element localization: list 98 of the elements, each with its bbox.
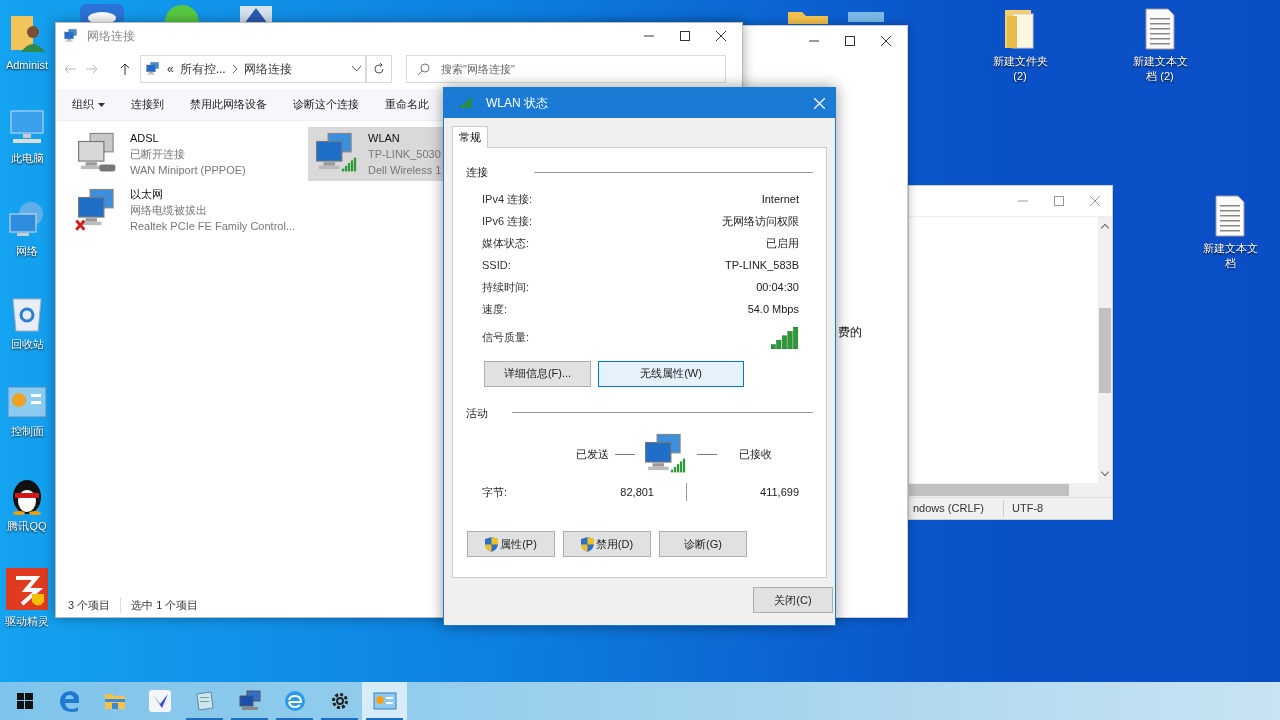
breadcrumb-item[interactable]: 所有控... — [179, 60, 226, 78]
section-heading: 活动 — [466, 405, 489, 421]
toolbar-button[interactable]: 组织 — [72, 96, 105, 113]
received-label: 已接收 — [739, 446, 772, 462]
shield-icon — [485, 536, 499, 552]
signal-quality-icon — [771, 326, 799, 349]
shield-icon — [580, 536, 594, 552]
dialog-button[interactable]: 属性(P) — [467, 531, 555, 557]
info-label: 媒体状态: — [482, 236, 530, 252]
search-field[interactable]: 搜索"网络连接" — [406, 55, 726, 83]
text-document-icon — [1214, 195, 1246, 237]
dialog-button[interactable]: 详细信息(F)... — [484, 360, 591, 387]
item-count: 3 个项目 — [68, 596, 122, 614]
connection-status: TP-LINK_5030 — [368, 147, 442, 162]
dropdown-caret-icon[interactable] — [352, 66, 361, 72]
edge-browser-icon — [58, 690, 81, 712]
caret-down-icon — [98, 102, 105, 107]
dialog-button[interactable]: 禁用(D) — [563, 531, 651, 557]
scroll-thumb[interactable] — [1099, 307, 1111, 393]
info-label: 速度: — [482, 302, 508, 318]
connection-status: 网络电缆被拔出 — [130, 203, 208, 218]
connection-device: WAN Miniport (PPPOE) — [130, 163, 246, 178]
address-bar[interactable]: « 所有控... 网络连接 — [140, 55, 366, 83]
toolbar-button[interactable]: 诊断这个连接 — [293, 96, 359, 113]
info-label: SSID: — [482, 258, 511, 274]
settings-gear-icon — [329, 691, 350, 711]
close-icon[interactable] — [716, 31, 726, 41]
connection-device: Realtek PCIe FE Family Control... — [130, 219, 296, 234]
line-ending-status: ndows (CRLF) — [909, 500, 1004, 517]
desktop-icon-label[interactable]: 新建文本文档 (2) — [1129, 54, 1191, 84]
running-indicator — [321, 718, 358, 720]
dialog-button[interactable]: 无线属性(W) — [598, 360, 744, 387]
refresh-icon — [373, 63, 385, 75]
text-document-icon — [1144, 8, 1176, 50]
connection-item[interactable]: ADSL 已断开连接 WAN Miniport (PPPOE) — [70, 127, 308, 181]
bytes-sent: 82,801 — [619, 484, 654, 500]
dialog-button[interactable]: 诊断(G) — [659, 531, 747, 557]
running-indicator — [366, 718, 403, 720]
network-computers-icon — [237, 690, 262, 712]
scroll-thumb[interactable] — [909, 484, 1069, 496]
search-icon — [418, 63, 430, 75]
window-title: 网络连接 — [87, 28, 136, 45]
user-folder-icon — [9, 14, 45, 54]
maximize-icon[interactable] — [680, 31, 690, 41]
control-panel-icon — [7, 386, 47, 420]
control-panel-icon — [372, 692, 397, 710]
breadcrumb-overflow[interactable]: « — [167, 60, 174, 78]
app-icon — [848, 12, 884, 22]
connection-item[interactable]: 以太网 网络电缆被拔出 Realtek PCIe FE Family Control... — [70, 183, 308, 237]
section-heading: 连接 — [466, 165, 489, 180]
chevron-right-icon — [231, 65, 238, 73]
info-value: 已启用 — [766, 236, 799, 252]
encoding-status: UTF-8 — [1011, 501, 1045, 517]
up-arrow-icon[interactable] — [120, 63, 130, 75]
tab[interactable]: 常规 — [452, 126, 488, 148]
desktop-icon-label[interactable]: 新建文件夹 (2) — [989, 54, 1051, 84]
close-button[interactable]: 关闭(C) — [753, 587, 833, 613]
info-label: 信号质量: — [482, 330, 530, 346]
toolbar-button[interactable]: 重命名此 — [385, 96, 429, 113]
connection-name: 以太网 — [130, 187, 164, 202]
driver-app-icon — [6, 568, 48, 610]
bytes-label: 字节: — [482, 484, 509, 500]
info-label: 持续时间: — [482, 280, 530, 296]
selection-count: 选中 1 个项目 — [130, 597, 199, 613]
running-indicator — [231, 718, 268, 720]
connection-name: ADSL — [130, 131, 160, 146]
info-label: IPv4 连接: — [482, 192, 533, 208]
info-value: 00:04:30 — [756, 280, 799, 296]
dialog-title: WLAN 状态 — [486, 95, 549, 112]
toolbar-button[interactable]: 禁用此网络设备 — [190, 96, 267, 113]
bytes-received: 411,699 — [759, 484, 799, 500]
windows-logo-icon — [16, 693, 33, 709]
info-label: IPv6 连接: — [482, 214, 533, 230]
info-value: 无网络访问权限 — [722, 214, 799, 230]
breadcrumb-item[interactable]: 网络连接 — [243, 60, 346, 78]
info-value: TP-LINK_583B — [725, 258, 799, 274]
forward-arrow-icon[interactable] — [86, 64, 98, 74]
info-value: Internet — [761, 192, 799, 208]
back-arrow-icon[interactable] — [64, 64, 76, 74]
maximize-icon[interactable] — [845, 36, 855, 46]
internet-explorer-icon — [283, 690, 306, 712]
refresh-button[interactable] — [366, 55, 392, 83]
close-icon[interactable] — [881, 36, 891, 46]
vertical-scrollbar[interactable] — [1098, 217, 1112, 483]
info-value: 54.0 Mbps — [747, 302, 799, 318]
running-indicator — [276, 718, 313, 720]
file-explorer-icon — [103, 691, 126, 711]
sent-label: 已发送 — [576, 446, 609, 462]
notepad-icon — [193, 690, 216, 712]
connection-status: 已断开连接 — [130, 147, 186, 162]
horizontal-scrollbar[interactable] — [909, 483, 1112, 497]
folder-icon — [1003, 8, 1037, 50]
connection-name: WLAN — [368, 131, 401, 146]
running-indicator — [186, 718, 223, 720]
desktop-icon-label[interactable]: 新建文本文档 — [1199, 241, 1261, 271]
toolbar-button[interactable]: 连接到 — [131, 96, 164, 113]
text-fragment: 费的 — [838, 326, 862, 341]
connection-device: Dell Wireless 1 — [368, 163, 442, 178]
